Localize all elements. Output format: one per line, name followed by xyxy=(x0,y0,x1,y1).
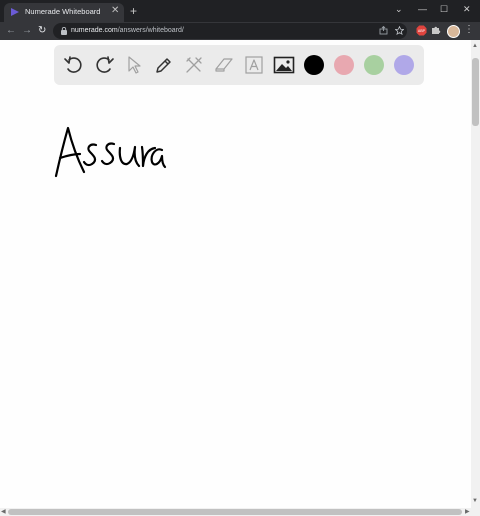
url-text[interactable]: numerade.com/answers/whiteboard/ xyxy=(71,27,184,35)
share-icon[interactable] xyxy=(379,26,388,35)
color-swatch-purple[interactable] xyxy=(394,55,414,75)
scroll-left-icon[interactable]: ◀ xyxy=(1,509,6,515)
redo-icon xyxy=(96,56,114,73)
color-swatch-green[interactable] xyxy=(364,55,384,75)
tab-title: Numerade Whiteboard xyxy=(25,7,101,16)
adblock-extension-icon[interactable]: ABP xyxy=(416,25,427,36)
color-swatch-pink[interactable] xyxy=(334,55,354,75)
text-tool[interactable] xyxy=(242,53,266,77)
redo-button[interactable] xyxy=(92,53,116,77)
new-tab-button[interactable]: + xyxy=(130,5,137,17)
tab-search-icon[interactable]: ⌄ xyxy=(395,3,403,15)
image-tool[interactable] xyxy=(272,53,296,77)
forward-icon[interactable]: → xyxy=(22,25,32,37)
whiteboard-toolbar xyxy=(54,45,424,85)
reload-icon[interactable]: ↻ xyxy=(38,25,46,37)
handwriting-drawing xyxy=(54,126,167,178)
vertical-scroll-thumb[interactable] xyxy=(472,58,479,126)
vertical-scrollbar[interactable]: ▲ ▼ xyxy=(471,40,480,508)
color-swatch-black[interactable] xyxy=(304,55,324,75)
horizontal-scroll-thumb[interactable] xyxy=(8,509,462,515)
pointer-tool[interactable] xyxy=(122,53,146,77)
tab-bar: Numerade Whiteboard ✕ + ⌄ — ☐ ✕ xyxy=(0,0,480,22)
image-icon xyxy=(273,56,295,74)
tools-icon xyxy=(186,57,202,73)
whiteboard-canvas[interactable] xyxy=(0,40,471,508)
pen-tool[interactable] xyxy=(152,53,176,77)
maximize-button[interactable]: ☐ xyxy=(440,3,448,15)
undo-icon xyxy=(64,56,82,73)
pen-icon xyxy=(156,58,171,73)
back-icon[interactable]: ← xyxy=(6,25,16,37)
address-bar[interactable]: numerade.com/answers/whiteboard/ xyxy=(53,23,407,39)
scroll-right-icon[interactable]: ▶ xyxy=(465,509,470,515)
pointer-icon xyxy=(128,56,141,74)
close-window-button[interactable]: ✕ xyxy=(463,3,471,15)
undo-button[interactable] xyxy=(62,53,86,77)
browser-tab[interactable]: Numerade Whiteboard ✕ xyxy=(4,3,124,22)
minimize-button[interactable]: — xyxy=(418,3,427,15)
text-icon xyxy=(245,56,263,74)
numerade-logo-icon xyxy=(11,8,19,16)
horizontal-scrollbar[interactable]: ◀ ▶ xyxy=(0,508,480,516)
scroll-down-icon[interactable]: ▼ xyxy=(472,498,478,504)
close-tab-icon[interactable]: ✕ xyxy=(111,5,119,17)
eraser-tool[interactable] xyxy=(212,53,236,77)
profile-avatar[interactable] xyxy=(447,25,460,38)
extensions-puzzle-icon[interactable] xyxy=(431,25,441,35)
lock-icon xyxy=(61,27,67,35)
scroll-up-icon[interactable]: ▲ xyxy=(472,43,478,49)
shapes-tool[interactable] xyxy=(182,53,206,77)
bookmark-star-icon[interactable] xyxy=(395,26,404,35)
url-host: numerade.com xyxy=(71,27,118,34)
url-path: /answers/whiteboard/ xyxy=(117,27,184,34)
adblock-badge: ABP xyxy=(418,29,426,33)
browser-menu-icon[interactable]: ⋮ xyxy=(464,24,474,36)
eraser-icon xyxy=(215,58,233,72)
browser-toolbar: ← → ↻ numerade.com/answers/whiteboard/ A… xyxy=(0,22,480,40)
